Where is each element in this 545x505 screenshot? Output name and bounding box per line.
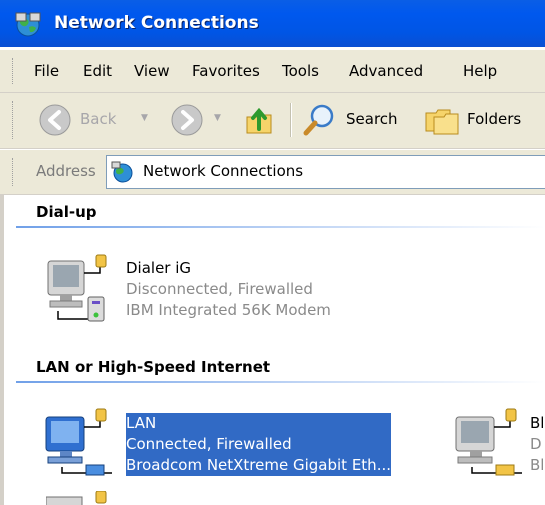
folders-icon[interactable] xyxy=(424,103,460,137)
connection-name: Dialer iG xyxy=(126,259,192,277)
lan-connection-icon[interactable] xyxy=(40,407,120,477)
connection-device: Bl xyxy=(530,456,545,474)
toolbar-separator xyxy=(290,103,292,137)
connection-status: Disconnected, Firewalled xyxy=(126,280,313,298)
menu-grip[interactable] xyxy=(12,58,16,84)
back-arrow-icon[interactable] xyxy=(38,103,72,137)
group-divider xyxy=(16,381,545,383)
connection-device: IBM Integrated 56K Modem xyxy=(126,301,331,319)
folders-label[interactable]: Folders xyxy=(467,110,521,128)
search-label[interactable]: Search xyxy=(346,110,398,128)
connection-status: Connected, Firewalled xyxy=(126,435,292,453)
address-value[interactable]: Network Connections xyxy=(143,162,303,180)
connections-view: Dial-up Dialer iG Disconnected, Firewall… xyxy=(0,195,545,505)
menu-view[interactable]: View xyxy=(134,62,170,80)
network-connections-icon xyxy=(15,12,41,37)
connection-lan[interactable]: LAN Connected, Firewalled Broadcom NetXt… xyxy=(125,412,392,477)
address-label: Address xyxy=(36,162,96,180)
group-header-lan: LAN or High-Speed Internet xyxy=(36,358,271,376)
forward-dropdown-icon[interactable]: ▼ xyxy=(214,113,221,123)
window-title: Network Connections xyxy=(54,13,259,33)
menu-advanced[interactable]: Advanced xyxy=(349,62,423,80)
menu-bar: File Edit View Favorites Tools Advanced … xyxy=(0,50,545,93)
back-dropdown-icon[interactable]: ▼ xyxy=(141,113,148,123)
modem-connection-icon[interactable] xyxy=(40,253,120,323)
window-left-edge xyxy=(0,195,4,505)
connection-name: Bl xyxy=(530,414,545,432)
group-header-dialup: Dial-up xyxy=(36,203,97,221)
menu-help[interactable]: Help xyxy=(463,62,497,80)
connection-device: Broadcom NetXtreme Gigabit Eth... xyxy=(126,456,391,474)
connection-partial[interactable]: Bl D Bl xyxy=(530,413,544,476)
connection-dialer-ig[interactable]: Dialer iG Disconnected, Firewalled IBM I… xyxy=(126,258,331,321)
back-label[interactable]: Back xyxy=(80,110,116,128)
menu-tools[interactable]: Tools xyxy=(282,62,319,80)
menu-file[interactable]: File xyxy=(34,62,59,80)
network-connections-icon xyxy=(111,161,133,183)
search-icon[interactable] xyxy=(302,103,338,137)
up-folder-icon[interactable] xyxy=(244,103,274,137)
address-input[interactable]: Network Connections xyxy=(106,155,545,189)
toolbar: Back ▼ ▼ Search Folders xyxy=(0,93,545,149)
lan-connection-icon[interactable] xyxy=(450,407,530,477)
toolbar-grip[interactable] xyxy=(12,101,16,139)
title-bar: Network Connections xyxy=(0,0,545,47)
group-divider xyxy=(16,226,545,228)
connection-name: LAN xyxy=(126,414,157,432)
forward-arrow-icon[interactable] xyxy=(170,103,204,137)
connection-icon-partial[interactable] xyxy=(46,491,116,505)
menu-favorites[interactable]: Favorites xyxy=(192,62,260,80)
connection-status: D xyxy=(530,435,542,453)
address-grip[interactable] xyxy=(12,158,16,186)
address-bar: Address Network Connections xyxy=(0,150,545,195)
menu-edit[interactable]: Edit xyxy=(83,62,112,80)
